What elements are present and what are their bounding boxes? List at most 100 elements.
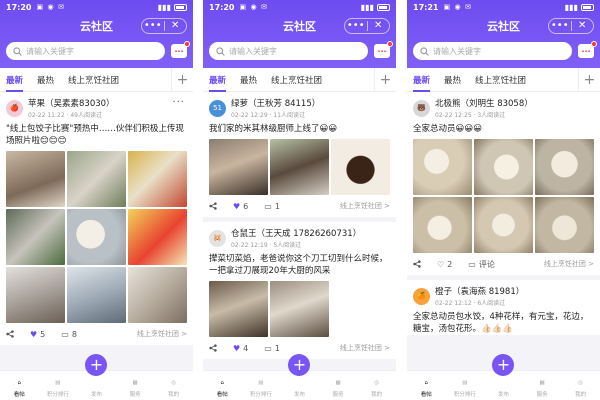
nav-points-ranking[interactable]: ▤ 积分排行 [39,377,78,398]
photo-thumbnail[interactable] [209,139,268,195]
message-button[interactable]: ··· [578,41,597,58]
tab-hot[interactable]: 最热 [444,74,461,86]
more-options-icon[interactable]: ··· [172,97,185,108]
post-feed[interactable]: 51 绿萝（王秋芳 84115） 02-22 12:29 · 11人阅读过 我们… [203,92,396,372]
comment-button[interactable]: ▭ 1 [264,202,280,211]
comment-count: 1 [274,343,280,353]
more-menu-icon[interactable]: ••• [549,19,571,33]
photo-thumbnail[interactable] [209,281,268,337]
nav-browse[interactable]: ⌂ 看帖 [203,377,242,398]
photo-thumbnail[interactable] [474,197,533,253]
tab-latest[interactable]: 最新 [209,74,227,92]
nav-label: 看帖 [216,392,228,398]
close-icon[interactable]: ✕ [572,19,594,33]
post-meta: 02-22 12:19 · 5人阅读过 [231,242,302,249]
nav-points-ranking[interactable]: ▤ 积分排行 [446,377,485,398]
photo-thumbnail[interactable] [270,139,329,195]
share-button[interactable] [209,202,217,210]
photo-thumbnail[interactable] [331,139,390,195]
photo-thumbnail[interactable] [270,281,329,337]
search-input[interactable]: 请输入关键字 [6,42,165,60]
avatar[interactable]: 🐹 [209,229,226,247]
tab-latest[interactable]: 最新 [6,74,24,92]
photo-thumbnail[interactable] [6,209,65,265]
post-text: "线上包饺子比赛"预热中……伙伴们积极上传现场照片啦😊😊😊 [6,124,184,146]
author-name[interactable]: 苹果（吴素素83030） [28,97,115,109]
avatar[interactable]: 🍊 [413,287,430,305]
like-button[interactable]: ♥ 4 [233,344,248,353]
add-tab-button[interactable]: + [171,68,193,91]
tab-cooking-club[interactable]: 线上烹饪社团 [475,74,526,86]
comment-button[interactable]: ▭ 1 [264,344,280,353]
nav-publish[interactable]: + 发布 [484,354,523,398]
nav-browse[interactable]: ⌂ 看帖 [407,377,446,398]
message-button[interactable]: ··· [171,41,190,58]
photo-thumbnail[interactable] [67,209,126,265]
post-card[interactable]: 51 绿萝（王秋芳 84115） 02-22 12:29 · 11人阅读过 我们… [203,92,396,217]
close-icon[interactable]: ✕ [165,19,187,33]
nav-points-ranking[interactable]: ▤ 积分排行 [242,377,281,398]
like-button[interactable]: ♥ 5 [30,330,45,339]
group-link[interactable]: 线上烹饪社团 > [340,201,390,211]
nav-profile[interactable]: ◎ 我的 [357,377,396,398]
tab-hot[interactable]: 最热 [37,74,54,86]
avatar[interactable]: 🍎 [6,99,23,117]
tab-cooking-club[interactable]: 线上烹饪社团 [68,74,119,86]
tab-hot[interactable]: 最热 [240,74,257,86]
more-menu-icon[interactable]: ••• [345,19,367,33]
nav-publish[interactable]: + 发布 [280,354,319,398]
photo-thumbnail[interactable] [128,267,187,323]
search-input[interactable]: 请输入关键字 [413,42,572,60]
avatar[interactable]: 🐻 [413,99,430,117]
nav-publish[interactable]: + 发布 [77,354,116,398]
tab-cooking-club[interactable]: 线上烹饪社团 [271,74,322,86]
group-link[interactable]: 线上烹饪社团 > [544,259,594,269]
photo-thumbnail[interactable] [67,267,126,323]
photo-thumbnail[interactable] [413,139,472,195]
share-button[interactable] [6,330,14,338]
nav-service[interactable]: ▦ 服务 [319,377,358,398]
photo-thumbnail[interactable] [535,197,594,253]
search-input[interactable]: 请输入关键字 [209,42,368,60]
more-menu-icon[interactable]: ••• [142,19,164,33]
nav-browse[interactable]: ⌂ 看帖 [0,377,39,398]
author-name[interactable]: 北极熊（刘明生 83058） [435,97,533,109]
nav-service[interactable]: ▦ 服务 [116,377,155,398]
like-button[interactable]: ♡ 2 [437,260,452,269]
message-icon: ··· [174,46,184,56]
add-tab-button[interactable]: + [374,68,396,91]
group-link[interactable]: 线上烹饪社团 > [340,343,390,353]
photo-thumbnail[interactable] [474,139,533,195]
close-icon[interactable]: ✕ [368,19,390,33]
message-button[interactable]: ··· [374,41,393,58]
share-button[interactable] [209,344,217,352]
post-card[interactable]: 🐹 仓鼠王（王天成 17826260731） 02-22 12:19 · 5人阅… [203,222,396,359]
photo-thumbnail[interactable] [128,151,187,207]
comment-button[interactable]: ▭ 8 [61,330,77,339]
comment-button[interactable]: ▭ 评论 [468,259,495,270]
nav-profile[interactable]: ◎ 我的 [561,377,600,398]
nav-service[interactable]: ▦ 服务 [523,377,562,398]
post-card[interactable]: 🍊 橙子（袁海燕 81981） 02-22 12:12 · 6人阅读过 全家总动… [407,280,600,335]
photo-thumbnail[interactable] [128,209,187,265]
search-icon [13,46,22,56]
post-feed[interactable]: 🍎 苹果（吴素素83030） 02-22 11:22 · 49人阅读过 ··· … [0,92,193,372]
photo-thumbnail[interactable] [6,267,65,323]
photo-thumbnail[interactable] [413,197,472,253]
author-name[interactable]: 仓鼠王（王天成 17826260731） [231,227,361,239]
like-button[interactable]: ♥ 6 [233,202,248,211]
avatar[interactable]: 51 [209,99,226,117]
photo-thumbnail[interactable] [535,139,594,195]
group-link[interactable]: 线上烹饪社团 > [137,329,187,339]
author-name[interactable]: 橙子（袁海燕 81981） [435,285,524,297]
author-name[interactable]: 绿萝（王秋芳 84115） [231,97,320,109]
nav-profile[interactable]: ◎ 我的 [154,377,193,398]
photo-thumbnail[interactable] [6,151,65,207]
post-feed[interactable]: 🐻 北极熊（刘明生 83058） 02-22 12:25 · 3人阅读过 全家总… [407,92,600,372]
post-card[interactable]: 🐻 北极熊（刘明生 83058） 02-22 12:25 · 3人阅读过 全家总… [407,92,600,275]
tab-latest[interactable]: 最新 [413,74,431,92]
photo-thumbnail[interactable] [67,151,126,207]
share-button[interactable] [413,260,421,268]
add-tab-button[interactable]: + [578,68,600,91]
post-card[interactable]: 🍎 苹果（吴素素83030） 02-22 11:22 · 49人阅读过 ··· … [0,92,193,345]
